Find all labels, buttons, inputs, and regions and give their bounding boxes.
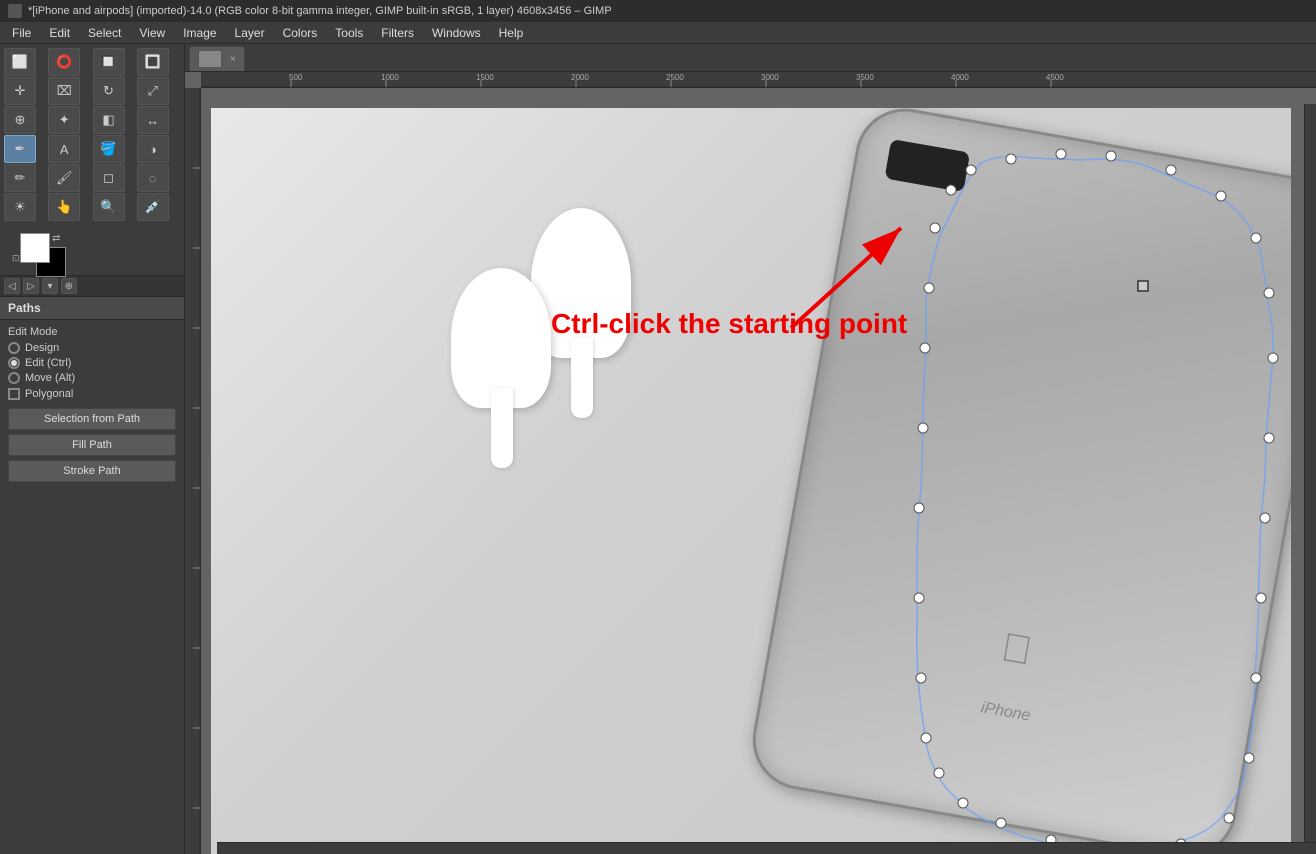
airbrush-tool[interactable]: ◌ <box>137 164 169 192</box>
menu-image[interactable]: Image <box>175 24 224 42</box>
perspective-tool[interactable]: ◧ <box>93 106 125 134</box>
menu-colors[interactable]: Colors <box>275 24 326 42</box>
radio-move[interactable]: Move (Alt) <box>8 372 176 384</box>
canvas-area: × 500 1000 1500 2000 <box>185 44 1316 854</box>
horizontal-ruler: 500 1000 1500 2000 2500 3000 3500 4000 <box>201 72 1316 88</box>
svg-text:1500: 1500 <box>476 73 494 82</box>
flip-tool[interactable]: ↔ <box>137 106 169 134</box>
panel-prev-btn[interactable]: ◁ <box>4 278 20 294</box>
airpods <box>451 208 731 508</box>
tab-close-btn[interactable]: × <box>230 54 236 65</box>
free-select-tool[interactable]: 🔲 <box>93 48 125 76</box>
gimp-icon <box>8 4 22 18</box>
selection-from-path-btn[interactable]: Selection from Path <box>8 408 176 430</box>
svg-text:2000: 2000 <box>571 73 589 82</box>
iphone-camera <box>884 139 970 192</box>
svg-text:3500: 3500 <box>856 73 874 82</box>
titlebar-text: *[iPhone and airpods] (imported)-14.0 (R… <box>28 5 612 17</box>
polygonal-row[interactable]: Polygonal <box>8 388 176 400</box>
svg-text:4000: 4000 <box>951 73 969 82</box>
toolbox: ⬜ ⭕ 🔲 🔳 ✛ ⌧ ↻ ⤢ ⊕ ✦ ◧ ↔ ✒ A 🪣 ◑ ✏ 🖌 ◻ ◌ ☀ 👆 🔍 💉 <box>0 44 184 225</box>
paintbrush-tool[interactable]: 🖌 <box>48 164 80 192</box>
dodge-burn-tool[interactable]: ☀ <box>4 193 36 221</box>
menu-windows[interactable]: Windows <box>424 24 489 42</box>
radio-edit-circle <box>8 357 20 369</box>
menu-tools[interactable]: Tools <box>327 24 371 42</box>
bucket-fill-tool[interactable]: 🪣 <box>93 135 125 163</box>
panel-controls: ◁ ▷ ▾ ⊕ <box>0 275 184 297</box>
paths-panel-content: Edit Mode Design Edit (Ctrl) Move (Alt) <box>0 320 184 854</box>
menu-file[interactable]: File <box>4 24 39 42</box>
smudge-tool[interactable]: 👆 <box>48 193 80 221</box>
clone-tool[interactable]: ⊕ <box>4 106 36 134</box>
menubar: FileEditSelectViewImageLayerColorsToolsF… <box>0 22 1316 44</box>
radio-edit[interactable]: Edit (Ctrl) <box>8 357 176 369</box>
airpod-stem-left <box>491 388 513 468</box>
svg-text:3000: 3000 <box>761 73 779 82</box>
airpod-stem-right <box>571 338 593 418</box>
color-picker-tool[interactable]: 💉 <box>137 193 169 221</box>
stroke-path-btn[interactable]: Stroke Path <box>8 460 176 482</box>
polygonal-label: Polygonal <box>25 388 73 400</box>
fuzzy-select-tool[interactable]: 🔳 <box>137 48 169 76</box>
reset-colors-icon[interactable]: ⊡ <box>12 253 20 264</box>
zoom-tool[interactable]: 🔍 <box>93 193 125 221</box>
path-tool[interactable]: ✒ <box>4 135 36 163</box>
radio-move-circle <box>8 372 20 384</box>
vertical-ruler <box>185 88 201 854</box>
main-layout: ⬜ ⭕ 🔲 🔳 ✛ ⌧ ↻ ⤢ ⊕ ✦ ◧ ↔ ✒ A 🪣 ◑ ✏ 🖌 ◻ ◌ ☀ 👆 🔍 💉 ⇄ ⊡ ◁ ▷ ▾ ⊕ Pat… <box>0 44 1316 854</box>
pencil-tool[interactable]: ✏ <box>4 164 36 192</box>
panel-menu-btn[interactable]: ▾ <box>42 278 58 294</box>
airpod-left <box>451 268 551 408</box>
iphone-label: iPhone <box>979 699 1031 725</box>
tab-strip: × <box>185 44 1316 72</box>
fill-path-btn[interactable]: Fill Path <box>8 434 176 456</box>
menu-layer[interactable]: Layer <box>227 24 273 42</box>
paths-panel: Paths Edit Mode Design Edit (Ctrl) Move … <box>0 297 184 854</box>
ellipse-select-tool[interactable]: ⭕ <box>48 48 80 76</box>
viewport-wrapper: 500 1000 1500 2000 2500 3000 3500 4000 <box>185 72 1316 854</box>
panel-expand-btn[interactable]: ⊕ <box>61 278 77 294</box>
scale-tool[interactable]: ⤢ <box>137 77 169 105</box>
text-tool[interactable]: A <box>48 135 80 163</box>
vertical-scrollbar[interactable] <box>1304 104 1316 842</box>
radio-move-label: Move (Alt) <box>25 372 75 384</box>
paths-panel-title: Paths <box>0 297 184 320</box>
radio-edit-label: Edit (Ctrl) <box>25 357 71 369</box>
svg-text:2500: 2500 <box>666 73 684 82</box>
iphone-shape:  iPhone <box>745 108 1291 854</box>
swap-colors-icon[interactable]: ⇄ <box>52 233 60 244</box>
rect-select-tool[interactable]: ⬜ <box>4 48 36 76</box>
edit-mode-label: Edit Mode <box>8 326 176 338</box>
radio-design-circle <box>8 342 20 354</box>
menu-edit[interactable]: Edit <box>41 24 78 42</box>
tab-thumbnail <box>198 50 222 68</box>
blend-tool[interactable]: ◑ <box>137 135 169 163</box>
iphone-apple-logo:  <box>998 625 1035 675</box>
panel-next-btn[interactable]: ▷ <box>23 278 39 294</box>
menu-view[interactable]: View <box>131 24 173 42</box>
rotate-tool[interactable]: ↻ <box>93 77 125 105</box>
polygonal-checkbox[interactable] <box>8 388 20 400</box>
svg-text:500: 500 <box>289 73 303 82</box>
foreground-color[interactable] <box>20 233 50 263</box>
radio-design-label: Design <box>25 342 59 354</box>
move-tool[interactable]: ✛ <box>4 77 36 105</box>
menu-help[interactable]: Help <box>491 24 532 42</box>
left-panel: ⬜ ⭕ 🔲 🔳 ✛ ⌧ ↻ ⤢ ⊕ ✦ ◧ ↔ ✒ A 🪣 ◑ ✏ 🖌 ◻ ◌ ☀ 👆 🔍 💉 ⇄ ⊡ ◁ ▷ ▾ ⊕ Pat… <box>0 44 185 854</box>
canvas-viewport[interactable]:  iPhone Ctrl-click the starting point <box>201 88 1316 854</box>
menu-select[interactable]: Select <box>80 24 129 42</box>
crop-tool[interactable]: ⌧ <box>48 77 80 105</box>
titlebar: *[iPhone and airpods] (imported)-14.0 (R… <box>0 0 1316 22</box>
color-indicator: ⇄ ⊡ <box>0 225 184 275</box>
horizontal-scrollbar[interactable] <box>217 842 1316 854</box>
svg-text:1000: 1000 <box>381 73 399 82</box>
heal-tool[interactable]: ✦ <box>48 106 80 134</box>
svg-text:4500: 4500 <box>1046 73 1064 82</box>
menu-filters[interactable]: Filters <box>373 24 422 42</box>
canvas-tab[interactable]: × <box>189 46 245 71</box>
eraser-tool[interactable]: ◻ <box>93 164 125 192</box>
canvas-image:  iPhone Ctrl-click the starting point <box>211 108 1291 854</box>
radio-design[interactable]: Design <box>8 342 176 354</box>
